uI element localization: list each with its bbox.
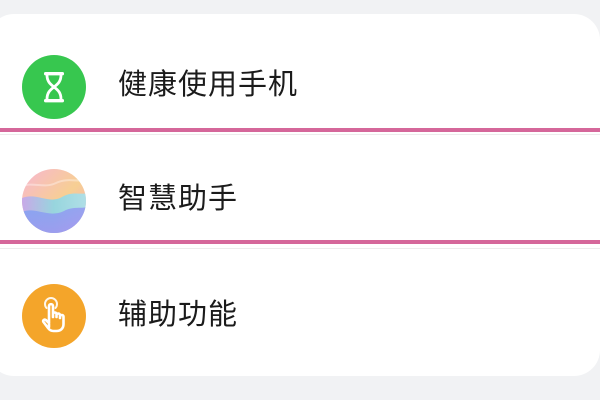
highlight-line-top: [0, 128, 600, 132]
hourglass-icon: [22, 55, 86, 119]
list-item-smart-assistant[interactable]: 智慧助手: [0, 140, 600, 254]
highlight-line-bottom: [0, 240, 600, 244]
hand-pointer-icon: [22, 284, 86, 348]
digital-balance-label: 健康使用手机: [118, 67, 299, 101]
divider: [0, 134, 600, 135]
smart-assistant-label: 智慧助手: [118, 181, 239, 215]
smart-assistant-icon: [22, 169, 86, 233]
list-item-accessibility[interactable]: 辅助功能: [0, 255, 600, 369]
divider: [0, 248, 600, 249]
list-item-digital-balance[interactable]: 健康使用手机: [0, 26, 600, 140]
accessibility-label: 辅助功能: [118, 297, 239, 331]
